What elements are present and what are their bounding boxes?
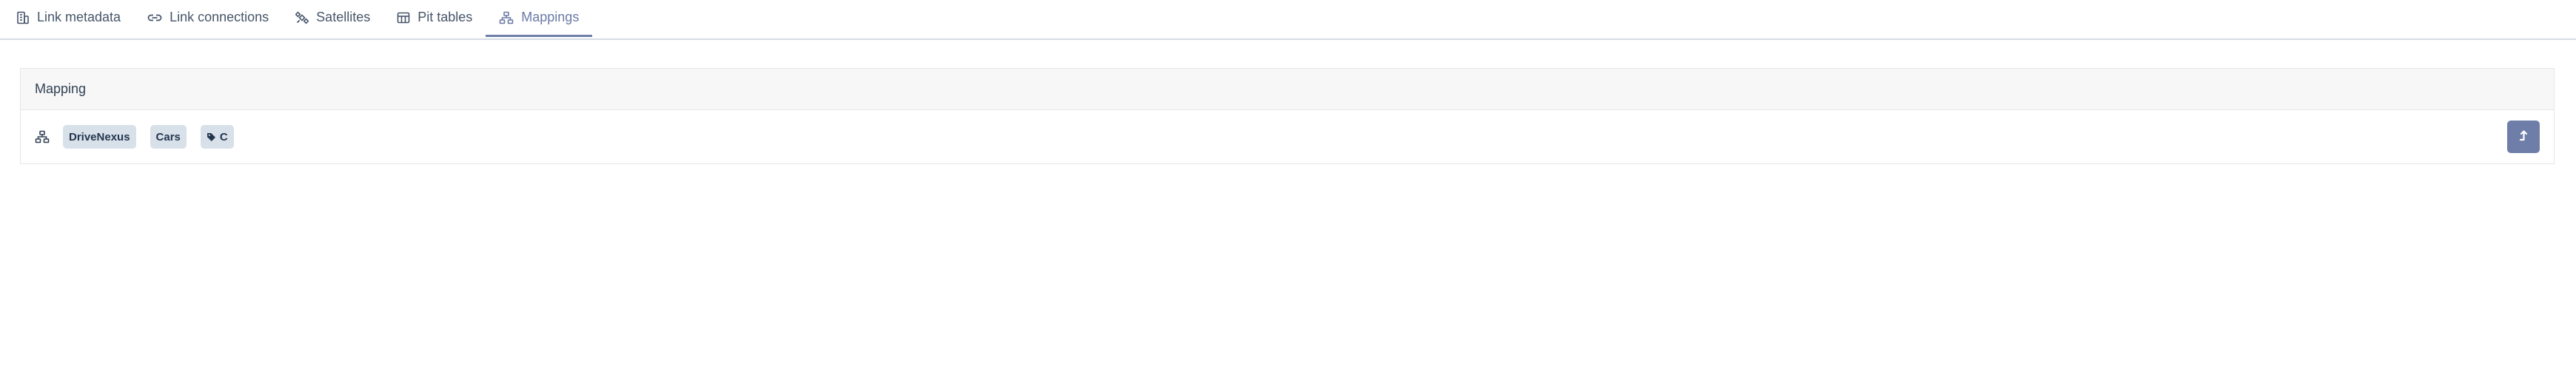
tag-label: C: [219, 130, 228, 143]
tab-label: Link connections: [170, 10, 269, 24]
tag-icon: [207, 132, 216, 142]
panel-title: Mapping: [35, 81, 87, 96]
tag-chip: C: [200, 125, 234, 149]
level-up-icon: [2517, 129, 2530, 146]
tab-link-metadata[interactable]: Link metadata: [3, 0, 134, 37]
tab-link-connections[interactable]: Link connections: [134, 0, 282, 37]
tab-satellites[interactable]: Satellites: [282, 0, 383, 37]
tab-label: Pit tables: [417, 10, 473, 24]
tab-label: Link metadata: [37, 10, 121, 24]
tab-pit-tables[interactable]: Pit tables: [383, 0, 486, 37]
satellite-icon: [295, 11, 309, 24]
table-icon: [397, 11, 410, 24]
mapping-panel: Mapping DriveNexus Cars C: [20, 68, 2555, 164]
tab-label: Satellites: [316, 10, 371, 24]
tab-label: Mappings: [521, 10, 580, 24]
link-icon: [147, 11, 162, 24]
hierarchy-icon: [499, 11, 514, 24]
panel-header: Mapping: [21, 69, 2554, 110]
list-item: DriveNexus Cars C: [21, 110, 2554, 163]
building-icon: [16, 11, 30, 24]
chip-hub: DriveNexus: [63, 125, 136, 149]
open-mapping-button[interactable]: [2507, 121, 2540, 153]
tab-mappings[interactable]: Mappings: [486, 0, 593, 37]
tab-bar: Link metadata Link connections Satellite…: [0, 0, 2576, 40]
hierarchy-icon: [35, 130, 50, 143]
chip-source: Cars: [150, 125, 187, 149]
